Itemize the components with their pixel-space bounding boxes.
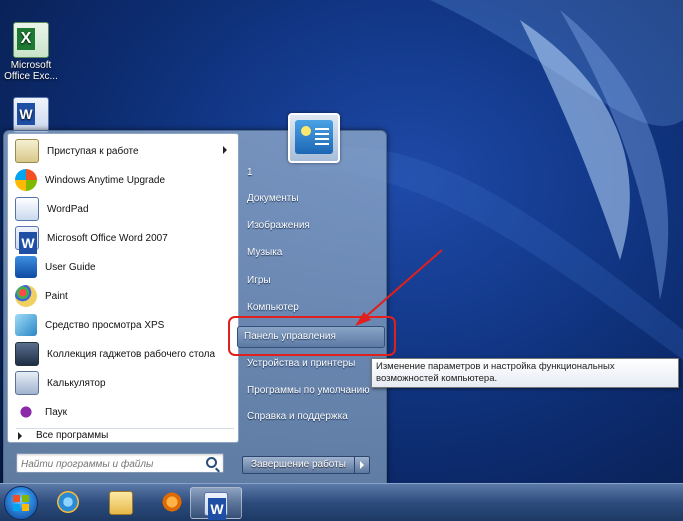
tooltip: Изменение параметров и настройка функцио… (371, 358, 679, 388)
taskbar-internet-explorer[interactable] (44, 487, 94, 517)
word-icon (204, 492, 228, 520)
taskbar (0, 483, 683, 521)
start-orb[interactable] (4, 486, 38, 520)
internet-explorer-icon (57, 491, 79, 513)
explorer-icon (109, 491, 133, 515)
annotation-arrow (355, 249, 443, 326)
media-player-icon (161, 491, 183, 513)
taskbar-word[interactable] (190, 487, 242, 520)
taskbar-explorer[interactable] (96, 487, 146, 517)
